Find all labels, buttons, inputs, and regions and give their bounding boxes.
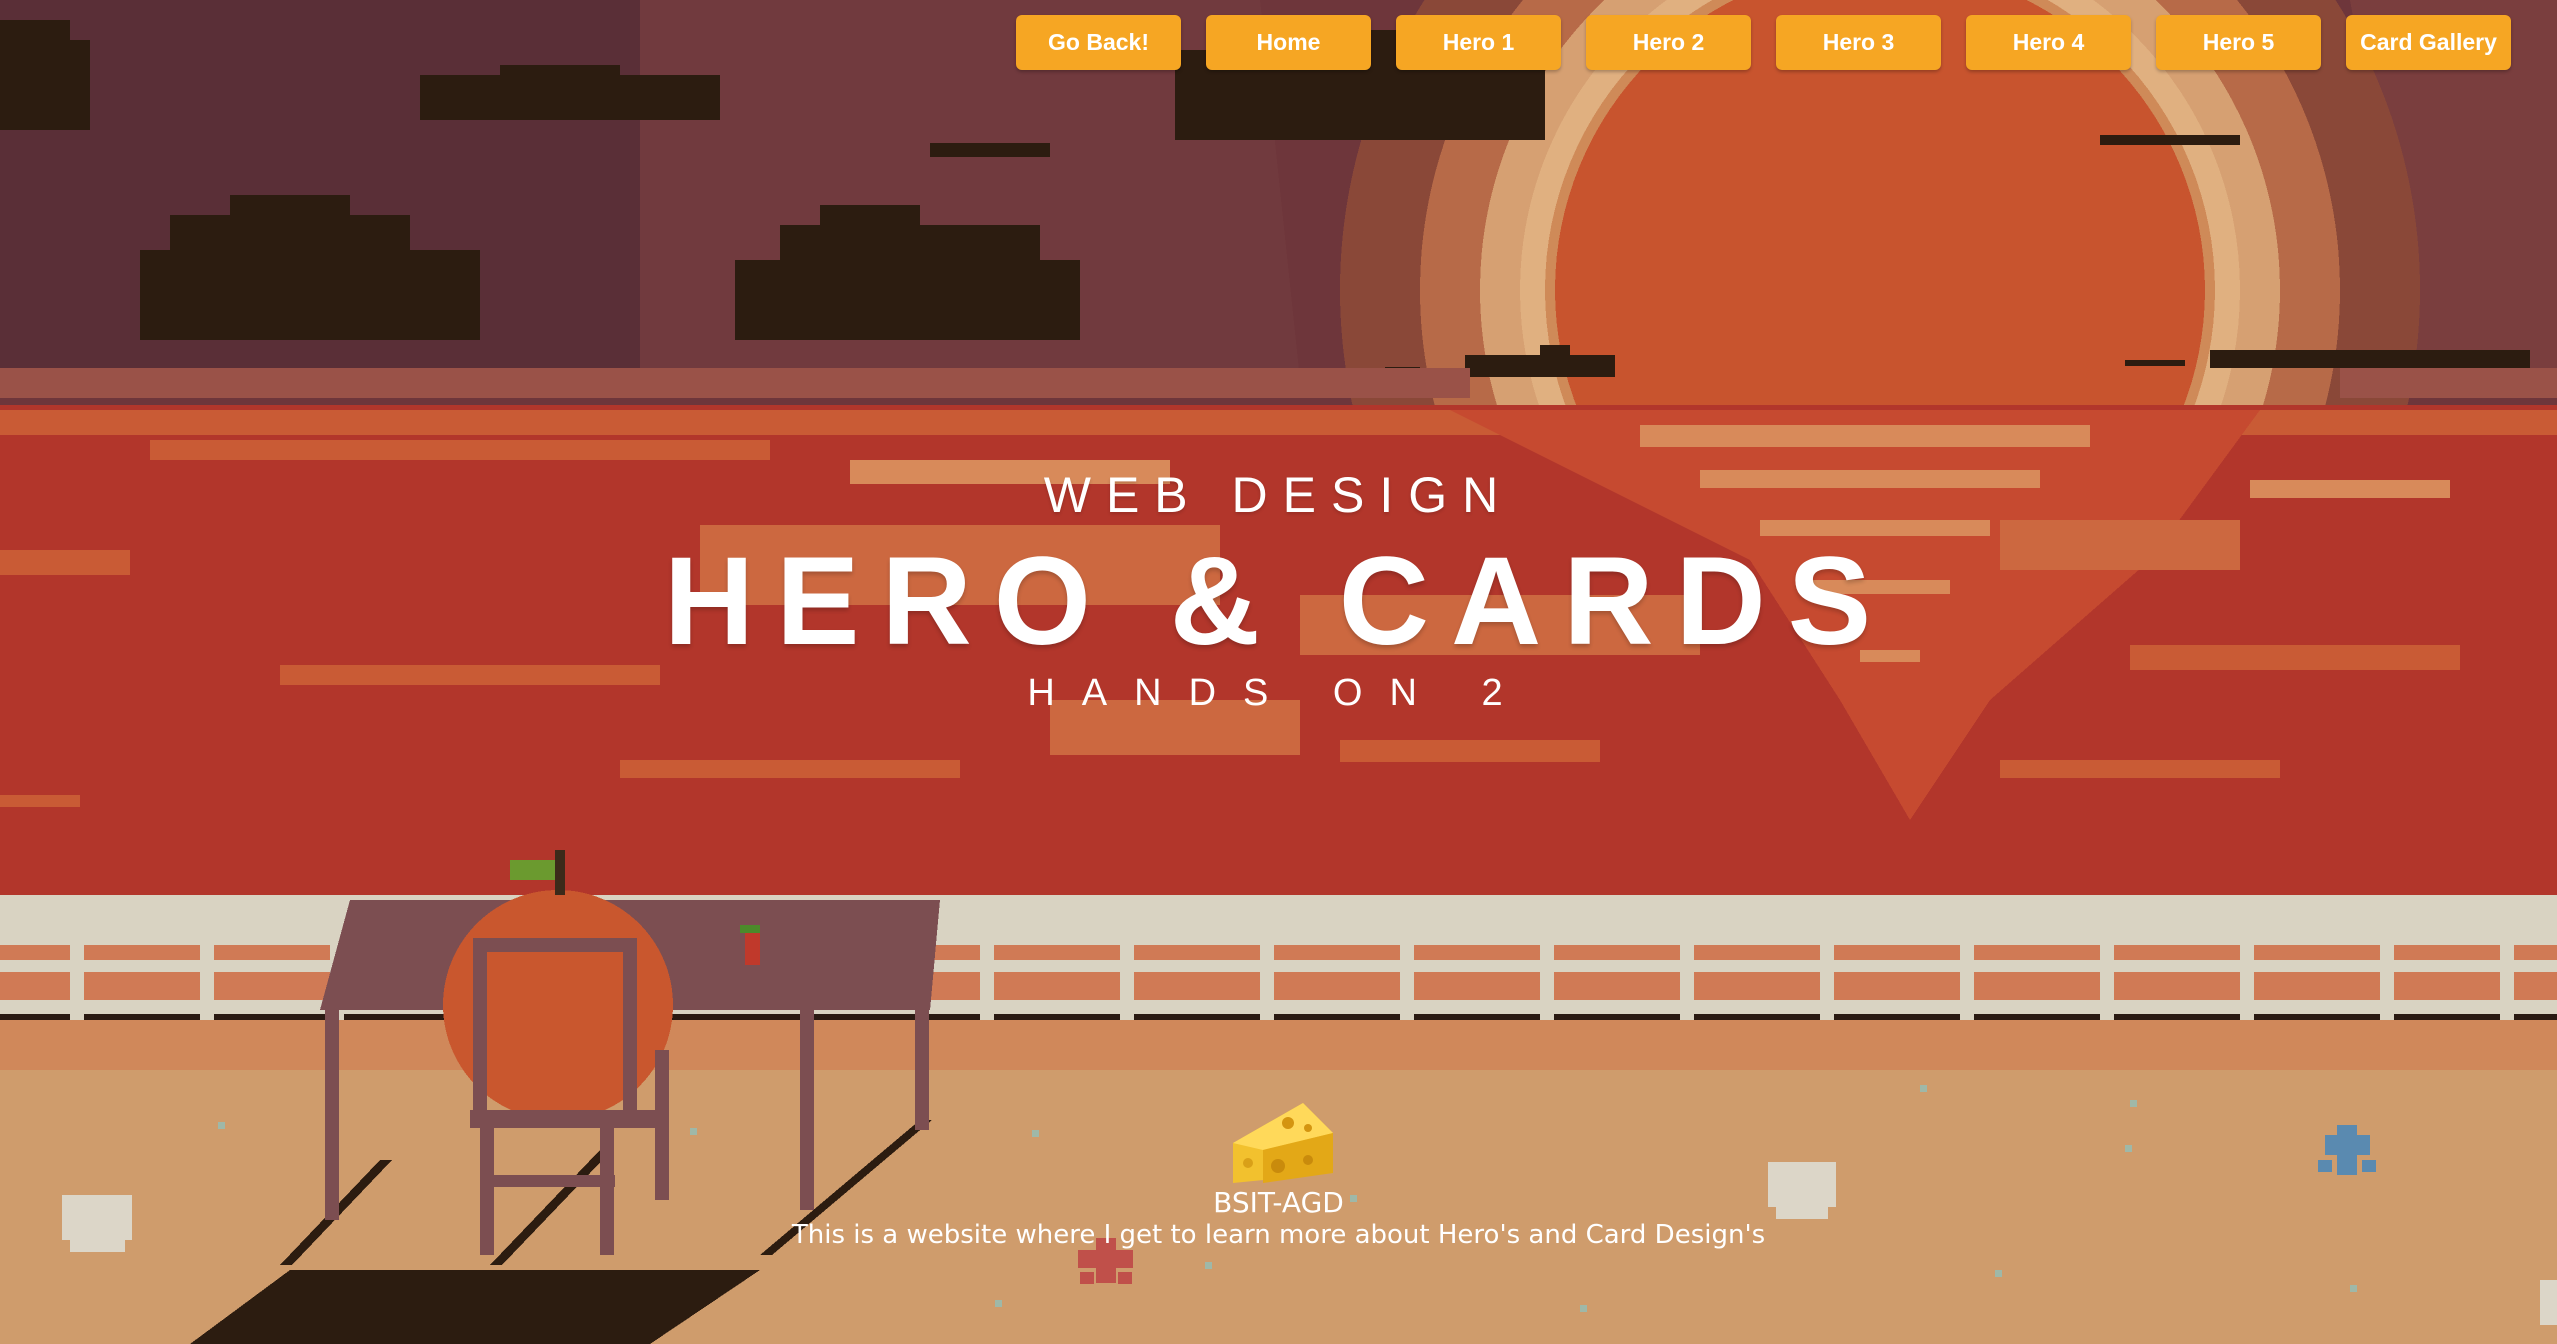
go-back-button[interactable]: Go Back! <box>1016 15 1181 70</box>
hero-eyebrow: WEB DESIGN <box>1043 467 1514 523</box>
hero-5-button[interactable]: Hero 5 <box>2156 15 2321 70</box>
hero-stage: Go Back! Home Hero 1 Hero 2 Hero 3 Hero … <box>0 0 2557 1344</box>
table-leg-3 <box>800 1010 814 1210</box>
hero-3-button[interactable]: Hero 3 <box>1776 15 1941 70</box>
chair-leg-3 <box>655 1050 669 1200</box>
chair-seat <box>470 1110 660 1128</box>
pumpkin-stem-tip <box>555 850 565 895</box>
seashell-far-right <box>2540 1280 2557 1325</box>
horizon-band <box>0 368 1470 398</box>
card-gallery-button[interactable]: Card Gallery <box>2346 15 2511 70</box>
top-nav: Go Back! Home Hero 1 Hero 2 Hero 3 Hero … <box>1016 15 2511 70</box>
site-description: This is a website where I get to learn m… <box>791 1220 1766 1250</box>
hero-1-button[interactable]: Hero 1 <box>1396 15 1561 70</box>
hero-subtitle: HANDS ON 2 <box>1027 672 1530 714</box>
org-label: BSIT-AGD <box>1213 1186 1344 1219</box>
cheese-icon <box>1233 1103 1333 1183</box>
horizon-band-right <box>2340 368 2557 398</box>
table-leg-2 <box>915 930 929 1130</box>
hero-4-button[interactable]: Hero 4 <box>1966 15 2131 70</box>
home-button[interactable]: Home <box>1206 15 1371 70</box>
hero-title: HERO & CARDS <box>663 532 1894 671</box>
pumpkin-stem <box>510 860 560 880</box>
hero-2-button[interactable]: Hero 2 <box>1586 15 1751 70</box>
